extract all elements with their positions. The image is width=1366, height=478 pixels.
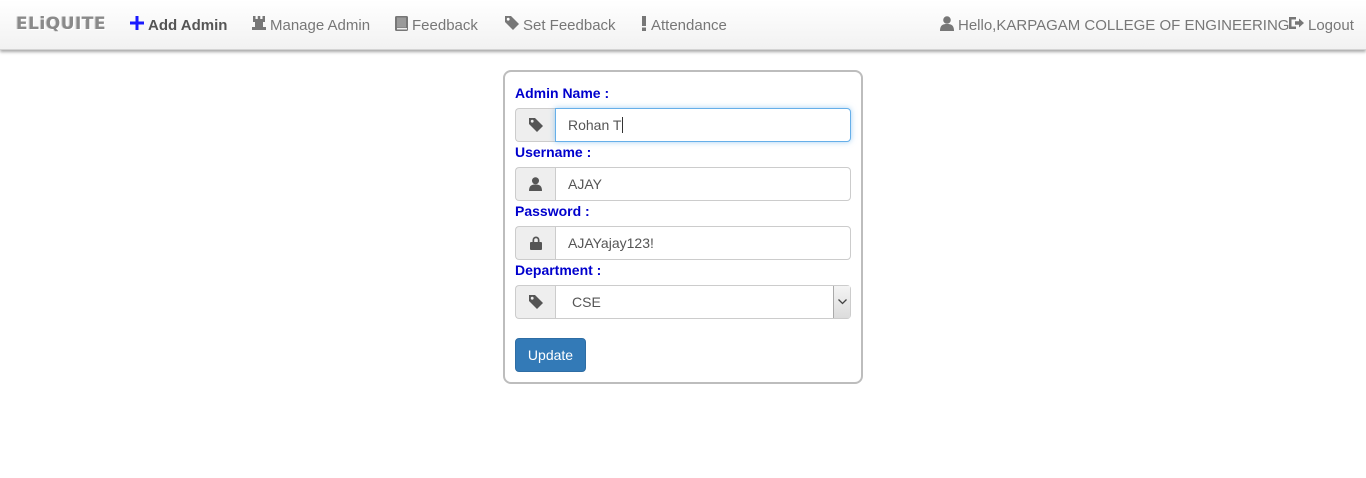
- lock-icon: [515, 226, 555, 260]
- user-greeting-label: Hello,KARPAGAM COLLEGE OF ENGINEERING: [958, 16, 1290, 34]
- nav-add-admin-label: Add Admin: [148, 16, 228, 34]
- logout-link[interactable]: Logout: [1289, 0, 1354, 50]
- plus-icon: [130, 16, 148, 34]
- department-selected-value: CSE: [572, 294, 601, 310]
- admin-name-input[interactable]: Rohan T: [555, 108, 851, 142]
- username-label: Username :: [515, 144, 592, 160]
- tower-icon: [252, 16, 270, 34]
- brand-logo[interactable]: ELiQUITE: [16, 14, 106, 34]
- nav-add-admin[interactable]: Add Admin: [130, 0, 227, 50]
- admin-name-label: Admin Name :: [515, 85, 610, 101]
- username-value: AJAY: [568, 176, 602, 192]
- logout-label: Logout: [1308, 16, 1354, 34]
- nav-feedback-label: Feedback: [412, 16, 478, 34]
- department-label: Department :: [515, 262, 602, 278]
- book-icon: [395, 15, 412, 35]
- department-select[interactable]: CSE: [555, 285, 851, 319]
- admin-name-group: Rohan T: [515, 108, 851, 142]
- tag-icon: [515, 285, 555, 319]
- nav-manage-admin[interactable]: Manage Admin: [252, 0, 370, 50]
- nav-set-feedback[interactable]: Set Feedback: [505, 0, 616, 50]
- chevron-down-icon[interactable]: [833, 286, 850, 318]
- nav-manage-admin-label: Manage Admin: [270, 16, 371, 34]
- department-group: CSE: [515, 285, 851, 319]
- admin-name-value: Rohan T: [568, 117, 622, 133]
- text-cursor: [622, 117, 624, 133]
- username-input[interactable]: AJAY: [555, 167, 851, 201]
- user-icon: [515, 167, 555, 201]
- tag-icon: [515, 108, 555, 142]
- password-value: AJAYajay123!: [568, 235, 654, 251]
- nav-attendance-label: Attendance: [651, 16, 727, 34]
- update-button[interactable]: Update: [515, 338, 586, 372]
- edit-admin-form: Admin Name : Rohan T Username : AJAY Pas…: [503, 70, 863, 384]
- username-group: AJAY: [515, 167, 851, 201]
- logout-icon: [1289, 16, 1308, 34]
- nav-attendance[interactable]: Attendance: [641, 0, 727, 50]
- user-icon: [940, 15, 958, 35]
- nav-set-feedback-label: Set Feedback: [523, 16, 616, 34]
- nav-feedback[interactable]: Feedback: [395, 0, 478, 50]
- user-greeting[interactable]: Hello,KARPAGAM COLLEGE OF ENGINEERING: [940, 0, 1289, 50]
- top-navbar: ELiQUITE Add Admin Manage Admin Feedback…: [0, 0, 1366, 50]
- tag-icon: [505, 16, 523, 34]
- password-group: AJAYajay123!: [515, 226, 851, 260]
- password-label: Password :: [515, 203, 590, 219]
- exclamation-icon: [641, 15, 651, 35]
- password-input[interactable]: AJAYajay123!: [555, 226, 851, 260]
